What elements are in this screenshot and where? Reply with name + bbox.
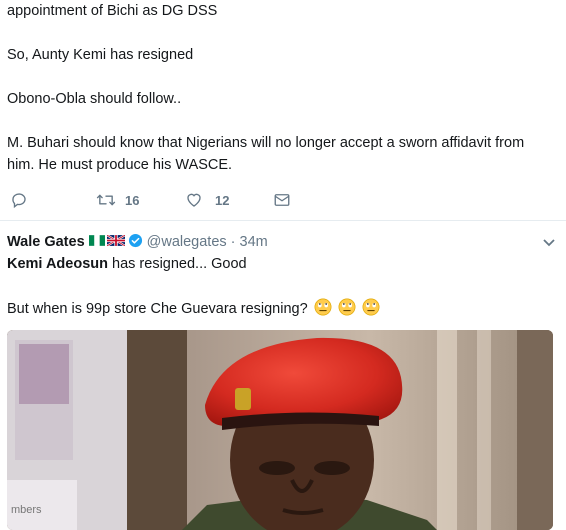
reply-button[interactable] [10, 188, 28, 212]
tweet-header: Wale Gates @walegates · 34m [7, 232, 268, 252]
reply-icon [12, 193, 26, 209]
tweet-text-line: But when is 99p store Che Guevara resign… [7, 298, 380, 319]
mention-bold-text: Kemi Adeosun [7, 256, 108, 272]
tweet-text-line: Obono-Obla should follow.. [7, 91, 182, 107]
like-button[interactable]: 12 [185, 188, 229, 212]
timestamp[interactable]: · 34m [231, 234, 268, 250]
verified-badge-icon [128, 233, 143, 252]
display-name[interactable]: Wale Gates [7, 234, 85, 250]
nigeria-flag-icon [88, 234, 105, 250]
retweet-count: 16 [125, 192, 140, 208]
tweet-text-line: appointment of Bichi as DG DSS [7, 3, 218, 19]
retweet-button[interactable]: 16 [96, 188, 139, 212]
direct-message-button[interactable] [273, 188, 291, 212]
envelope-icon [274, 194, 290, 206]
tweet-actions: 16 12 [0, 188, 566, 212]
uk-flag-icon [106, 234, 126, 250]
chevron-down-icon[interactable] [542, 235, 556, 253]
tweet[interactable]: Wale Gates @walegates · 34m Kemi Adeosun… [0, 221, 566, 530]
tweet-text-line: him. He must produce his WASCE. [7, 157, 233, 173]
tweet-text-line: Kemi Adeosun has resigned... Good [7, 254, 247, 274]
retweet-icon [96, 194, 116, 206]
tweet-text-line: So, Aunty Kemi has resigned [7, 47, 194, 63]
tweet-text: But when is 99p store Che Guevara resign… [7, 301, 308, 317]
handle[interactable]: @walegates [147, 234, 227, 250]
photo-caption-text: mbers [11, 504, 42, 516]
heart-icon [187, 193, 201, 207]
tweet-previous: appointment of Bichi as DG DSS So, Aunty… [0, 0, 566, 222]
photo-illustration: mbers [7, 330, 553, 530]
tweet-text: has resigned... Good [107, 256, 247, 272]
tweet-media-photo[interactable]: mbers [7, 330, 553, 530]
tweet-text-line: M. Buhari should know that Nigerians wil… [7, 135, 525, 151]
like-count: 12 [215, 192, 230, 208]
eye-roll-emoji-icon [312, 298, 380, 317]
